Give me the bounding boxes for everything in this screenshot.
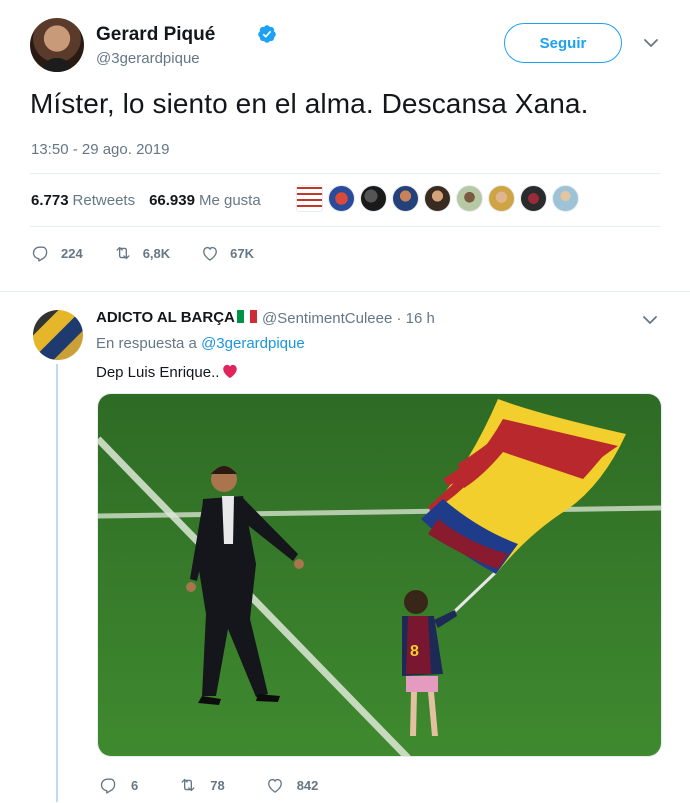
follow-button[interactable]: Seguir <box>504 23 622 63</box>
red-heart-emoji-icon <box>223 364 238 379</box>
display-name[interactable]: Gerard Piqué <box>96 24 215 46</box>
likers-avatars[interactable] <box>296 185 579 213</box>
liker-avatar[interactable] <box>360 185 387 212</box>
likes-label[interactable]: Me gusta <box>199 192 261 209</box>
caret-down-icon[interactable] <box>642 312 658 328</box>
liker-avatar[interactable] <box>328 185 355 212</box>
reply-reply-count: 6 <box>131 777 139 793</box>
reply-like-count: 842 <box>296 777 319 793</box>
reply-retweet-action[interactable]: 78 <box>178 775 225 795</box>
retweet-icon[interactable] <box>113 243 133 263</box>
in-reply-handle-link[interactable]: @3gerardpique <box>201 335 305 352</box>
section-separator <box>0 282 690 292</box>
reply-handle[interactable]: @SentimentCuleee · 16 h <box>262 310 435 327</box>
reply-text: Dep Luis Enrique.. <box>96 362 239 381</box>
italy-flag-icon <box>236 310 257 323</box>
in-reply-prefix: En respuesta a <box>96 335 202 352</box>
retweet-icon[interactable] <box>178 775 198 795</box>
reply-photo[interactable]: 8 <box>97 393 662 757</box>
reply-text-content: Dep Luis Enrique.. <box>96 364 220 381</box>
like-action[interactable]: 67K <box>200 243 254 263</box>
likes-count[interactable]: 66.939 <box>149 192 195 209</box>
like-count: 67K <box>230 245 255 261</box>
reply-action[interactable]: 224 <box>31 243 83 263</box>
tweet-text: Míster, lo siento en el alma. Descansa X… <box>30 88 589 119</box>
thread-line <box>56 364 58 802</box>
timestamp[interactable]: 13:50 - 29 ago. 2019 <box>31 141 169 158</box>
liker-avatar[interactable] <box>424 185 451 212</box>
liker-avatar[interactable] <box>296 185 323 212</box>
liker-avatar[interactable] <box>392 185 419 212</box>
reply-count: 224 <box>61 245 83 261</box>
reply-like-action[interactable]: 842 <box>265 775 319 795</box>
liker-avatar[interactable] <box>520 185 547 212</box>
reply-reply-action[interactable]: 6 <box>99 775 138 795</box>
verified-icon <box>258 25 276 43</box>
retweets-count[interactable]: 6.773 <box>31 192 69 209</box>
retweet-count: 6,8K <box>142 245 171 261</box>
reply-display-name[interactable]: ADICTO AL BARÇA <box>96 309 257 326</box>
tweet-actions: 224 6,8K 67K <box>31 243 284 263</box>
tweet-stats: 6.773 Retweets 66.939 Me gusta <box>31 188 261 212</box>
reply-retweet-count: 78 <box>210 777 225 793</box>
retweets-label[interactable]: Retweets <box>73 192 136 209</box>
divider <box>30 173 660 174</box>
svg-text:8: 8 <box>410 643 419 660</box>
reply-icon[interactable] <box>99 775 119 795</box>
retweet-action[interactable]: 6,8K <box>113 243 170 263</box>
tweet-header: Gerard Piqué @3gerardpique Seguir <box>30 18 670 74</box>
handle[interactable]: @3gerardpique <box>96 50 200 67</box>
divider <box>30 226 660 227</box>
reply-display-name-text: ADICTO AL BARÇA <box>96 309 235 326</box>
reply-avatar[interactable] <box>33 310 83 360</box>
reply-icon[interactable] <box>31 243 51 263</box>
liker-avatar[interactable] <box>456 185 483 212</box>
liker-avatar[interactable] <box>552 185 579 212</box>
like-icon[interactable] <box>265 775 285 795</box>
in-reply-to: En respuesta a @3gerardpique <box>96 335 305 352</box>
reply-actions: 6 78 842 <box>99 775 358 795</box>
photo-illustration: 8 <box>98 394 661 756</box>
caret-down-icon[interactable] <box>643 35 659 51</box>
avatar[interactable] <box>30 18 84 72</box>
liker-avatar[interactable] <box>488 185 515 212</box>
like-icon[interactable] <box>200 243 220 263</box>
